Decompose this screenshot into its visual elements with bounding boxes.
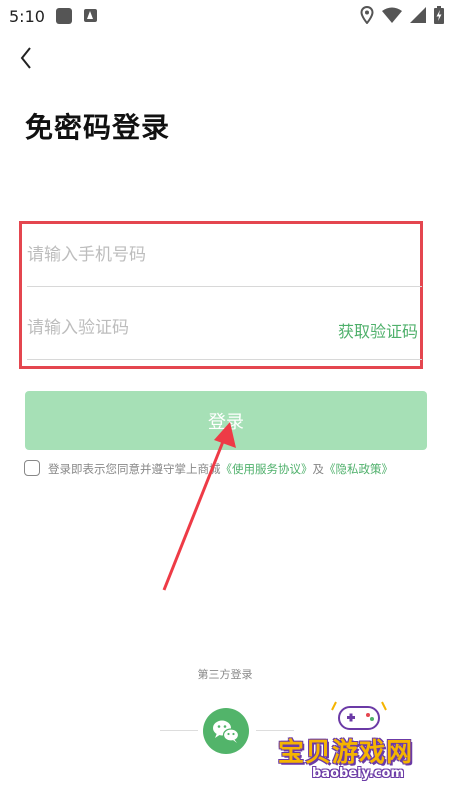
battery-icon — [434, 6, 444, 24]
a-notification-icon — [84, 9, 97, 22]
wechat-login-button[interactable] — [203, 708, 249, 754]
third-party-label: 第三方登录 — [197, 668, 253, 681]
status-time: 5:10 — [9, 7, 45, 26]
chevron-left-icon — [20, 47, 31, 69]
signal-icon — [410, 7, 426, 23]
login-form: 获取验证码 — [19, 221, 423, 369]
back-button[interactable] — [14, 44, 42, 72]
wifi-icon — [382, 7, 402, 23]
privacy-policy-link[interactable]: 《隐私政策》 — [324, 462, 393, 476]
app-notification-icon — [56, 8, 72, 24]
annotation-arrow-icon — [162, 422, 236, 591]
location-icon — [360, 6, 374, 24]
phone-input[interactable] — [27, 224, 422, 286]
agreement-checkbox[interactable] — [24, 460, 40, 476]
code-field: 获取验证码 — [27, 297, 422, 360]
wechat-icon — [213, 720, 240, 743]
get-code-button[interactable]: 获取验证码 — [338, 318, 418, 342]
watermark: 宝贝游戏网 baobeiy.com — [278, 700, 446, 796]
watermark-url: baobeiy.com — [312, 766, 404, 781]
divider-left — [160, 730, 198, 731]
agreement-conjunction: 及 — [312, 462, 325, 476]
watermark-text: 宝贝游戏网 — [278, 738, 414, 768]
phone-field — [27, 224, 422, 287]
status-icons — [360, 6, 444, 24]
status-bar: 5:10 — [0, 0, 450, 32]
gamepad-icon — [331, 701, 387, 730]
page-title: 免密码登录 — [25, 111, 171, 144]
